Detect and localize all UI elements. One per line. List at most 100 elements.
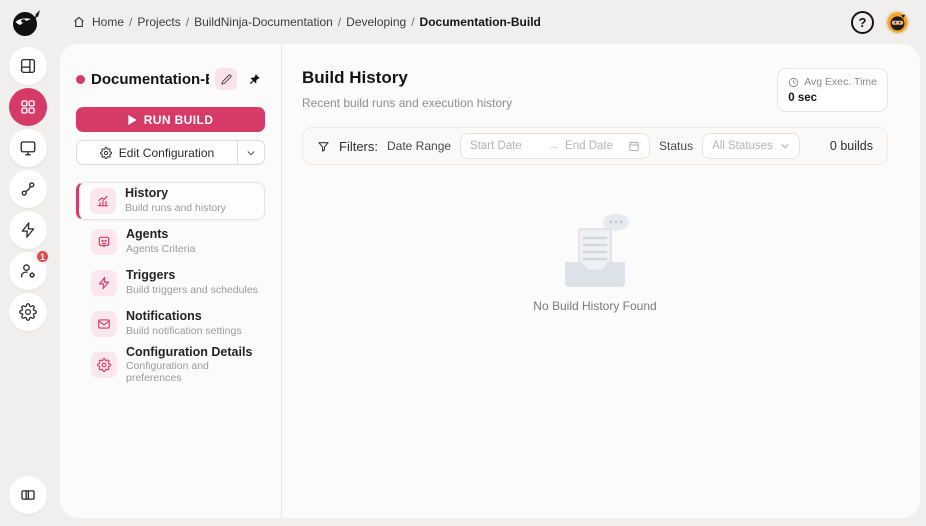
rail-item-dashboard[interactable]	[9, 47, 47, 85]
breadcrumb: Home / Projects / BuildNinja-Documentati…	[73, 15, 541, 29]
page-subtitle: Recent build runs and execution history	[302, 96, 512, 110]
rail-item-agents[interactable]	[9, 129, 47, 167]
gear-icon	[91, 352, 117, 378]
breadcrumb-separator: /	[411, 15, 414, 29]
envelope-icon	[91, 311, 117, 337]
edit-configuration-button[interactable]: Edit Configuration	[77, 141, 237, 164]
question-mark-icon: ?	[859, 15, 867, 30]
pin-button[interactable]	[243, 68, 265, 90]
status-label: Status	[659, 139, 693, 153]
topbar-actions: ?	[851, 0, 910, 44]
edit-configuration-label: Edit Configuration	[119, 146, 214, 160]
builds-count: 0 builds	[830, 139, 873, 153]
grid-icon	[19, 98, 37, 116]
user-gear-icon	[19, 262, 37, 280]
filters-label: Filters:	[339, 139, 378, 154]
build-history-content: Build History Recent build runs and exec…	[282, 44, 920, 518]
home-icon	[73, 16, 85, 28]
pencil-icon	[221, 74, 232, 85]
menu-item-label: Notifications	[126, 310, 242, 324]
edit-configuration-split-button: Edit Configuration	[76, 140, 265, 165]
rail-item-collapse-sidebar[interactable]	[9, 476, 47, 514]
rail-item-users[interactable]: 1	[9, 252, 47, 290]
sidebar-item-triggers[interactable]: Triggers Build triggers and schedules	[76, 264, 265, 302]
monitor-icon	[19, 139, 37, 157]
status-select[interactable]: All Statuses	[702, 133, 800, 159]
app-root: Home / Projects / BuildNinja-Documentati…	[0, 0, 926, 526]
avg-exec-time-card: Avg Exec. Time 0 sec	[777, 68, 888, 112]
clock-icon	[788, 77, 799, 88]
zap-icon	[91, 270, 117, 296]
pin-icon	[248, 73, 261, 86]
user-avatar[interactable]	[885, 10, 910, 35]
git-branch-icon	[19, 180, 37, 198]
breadcrumb-projects[interactable]: Projects	[137, 15, 180, 29]
sidebar-item-agents[interactable]: Agents Agents Criteria	[76, 223, 265, 261]
panel-menu: History Build runs and history Agents Ag…	[76, 182, 265, 384]
breadcrumb-home[interactable]: Home	[92, 15, 124, 29]
avg-exec-time-value: 0 sec	[788, 92, 877, 104]
menu-item-description: Build triggers and schedules	[126, 285, 258, 297]
sidebar-item-notifications[interactable]: Notifications Build notification setting…	[76, 305, 265, 343]
rail-item-builds[interactable]	[9, 211, 47, 249]
filter-funnel-icon	[317, 140, 330, 153]
range-arrow: →	[548, 140, 559, 152]
avg-exec-time-label: Avg Exec. Time	[804, 76, 877, 88]
edit-configuration-dropdown-button[interactable]	[238, 141, 264, 164]
chevron-down-icon	[780, 141, 790, 151]
status-dot	[76, 75, 85, 84]
chart-icon	[90, 188, 116, 214]
menu-item-label: History	[125, 187, 226, 201]
run-build-button[interactable]: RUN BUILD	[76, 107, 265, 132]
buildninja-logo[interactable]	[7, 3, 45, 41]
play-icon	[128, 115, 137, 125]
ninja-avatar-icon	[887, 12, 908, 33]
status-select-value: All Statuses	[712, 140, 773, 152]
help-button[interactable]: ?	[851, 11, 874, 34]
start-date-placeholder[interactable]: Start Date	[470, 140, 542, 152]
panel-left-icon	[19, 486, 37, 504]
gear-icon	[19, 303, 37, 321]
calendar-icon	[628, 140, 640, 152]
content-header: Build History Recent build runs and exec…	[302, 68, 888, 112]
chevron-down-icon	[246, 148, 256, 158]
menu-item-description: Agents Criteria	[126, 244, 195, 256]
filters-bar: Filters: Date Range Start Date → End Dat…	[302, 127, 888, 165]
breadcrumb-separator: /	[338, 15, 341, 29]
menu-item-label: Configuration Details	[126, 346, 264, 360]
configuration-title: Documentation-Bu...	[91, 71, 209, 88]
icon-rail: 1	[0, 44, 56, 526]
menu-item-description: Build notification settings	[126, 326, 242, 338]
bot-screen-icon	[91, 229, 117, 255]
sidebar-item-configuration-details[interactable]: Configuration Details Configuration and …	[76, 346, 265, 384]
topbar: Home / Projects / BuildNinja-Documentati…	[0, 0, 926, 44]
breadcrumb-project[interactable]: BuildNinja-Documentation	[194, 15, 333, 29]
rail-item-settings[interactable]	[9, 293, 47, 331]
rename-button[interactable]	[215, 68, 237, 90]
ninja-logo-icon	[10, 6, 42, 38]
layout-icon	[19, 57, 37, 75]
empty-state: No Build History Found	[302, 211, 888, 313]
main-card: Documentation-Bu... RUN BUILD Edit Confi…	[60, 44, 920, 518]
zap-icon	[19, 221, 37, 239]
gear-icon	[100, 147, 112, 159]
menu-item-label: Agents	[126, 228, 195, 242]
breadcrumb-environment[interactable]: Developing	[346, 15, 406, 29]
menu-item-description: Configuration and preferences	[126, 361, 264, 384]
rail-item-projects[interactable]	[9, 88, 47, 126]
empty-state-message: No Build History Found	[533, 299, 656, 313]
empty-inbox-illustration	[551, 211, 639, 291]
breadcrumb-separator: /	[186, 15, 189, 29]
configuration-panel: Documentation-Bu... RUN BUILD Edit Confi…	[60, 44, 282, 518]
end-date-placeholder[interactable]: End Date	[565, 140, 622, 152]
date-range-picker[interactable]: Start Date → End Date	[460, 133, 650, 159]
rail-item-pipelines[interactable]	[9, 170, 47, 208]
users-badge: 1	[35, 249, 50, 264]
run-build-label: RUN BUILD	[144, 113, 214, 127]
panel-header: Documentation-Bu...	[76, 68, 265, 90]
menu-item-label: Triggers	[126, 269, 258, 283]
breadcrumb-current: Documentation-Build	[420, 15, 541, 29]
page-title: Build History	[302, 68, 512, 88]
sidebar-item-history[interactable]: History Build runs and history	[76, 182, 265, 220]
breadcrumb-separator: /	[129, 15, 132, 29]
